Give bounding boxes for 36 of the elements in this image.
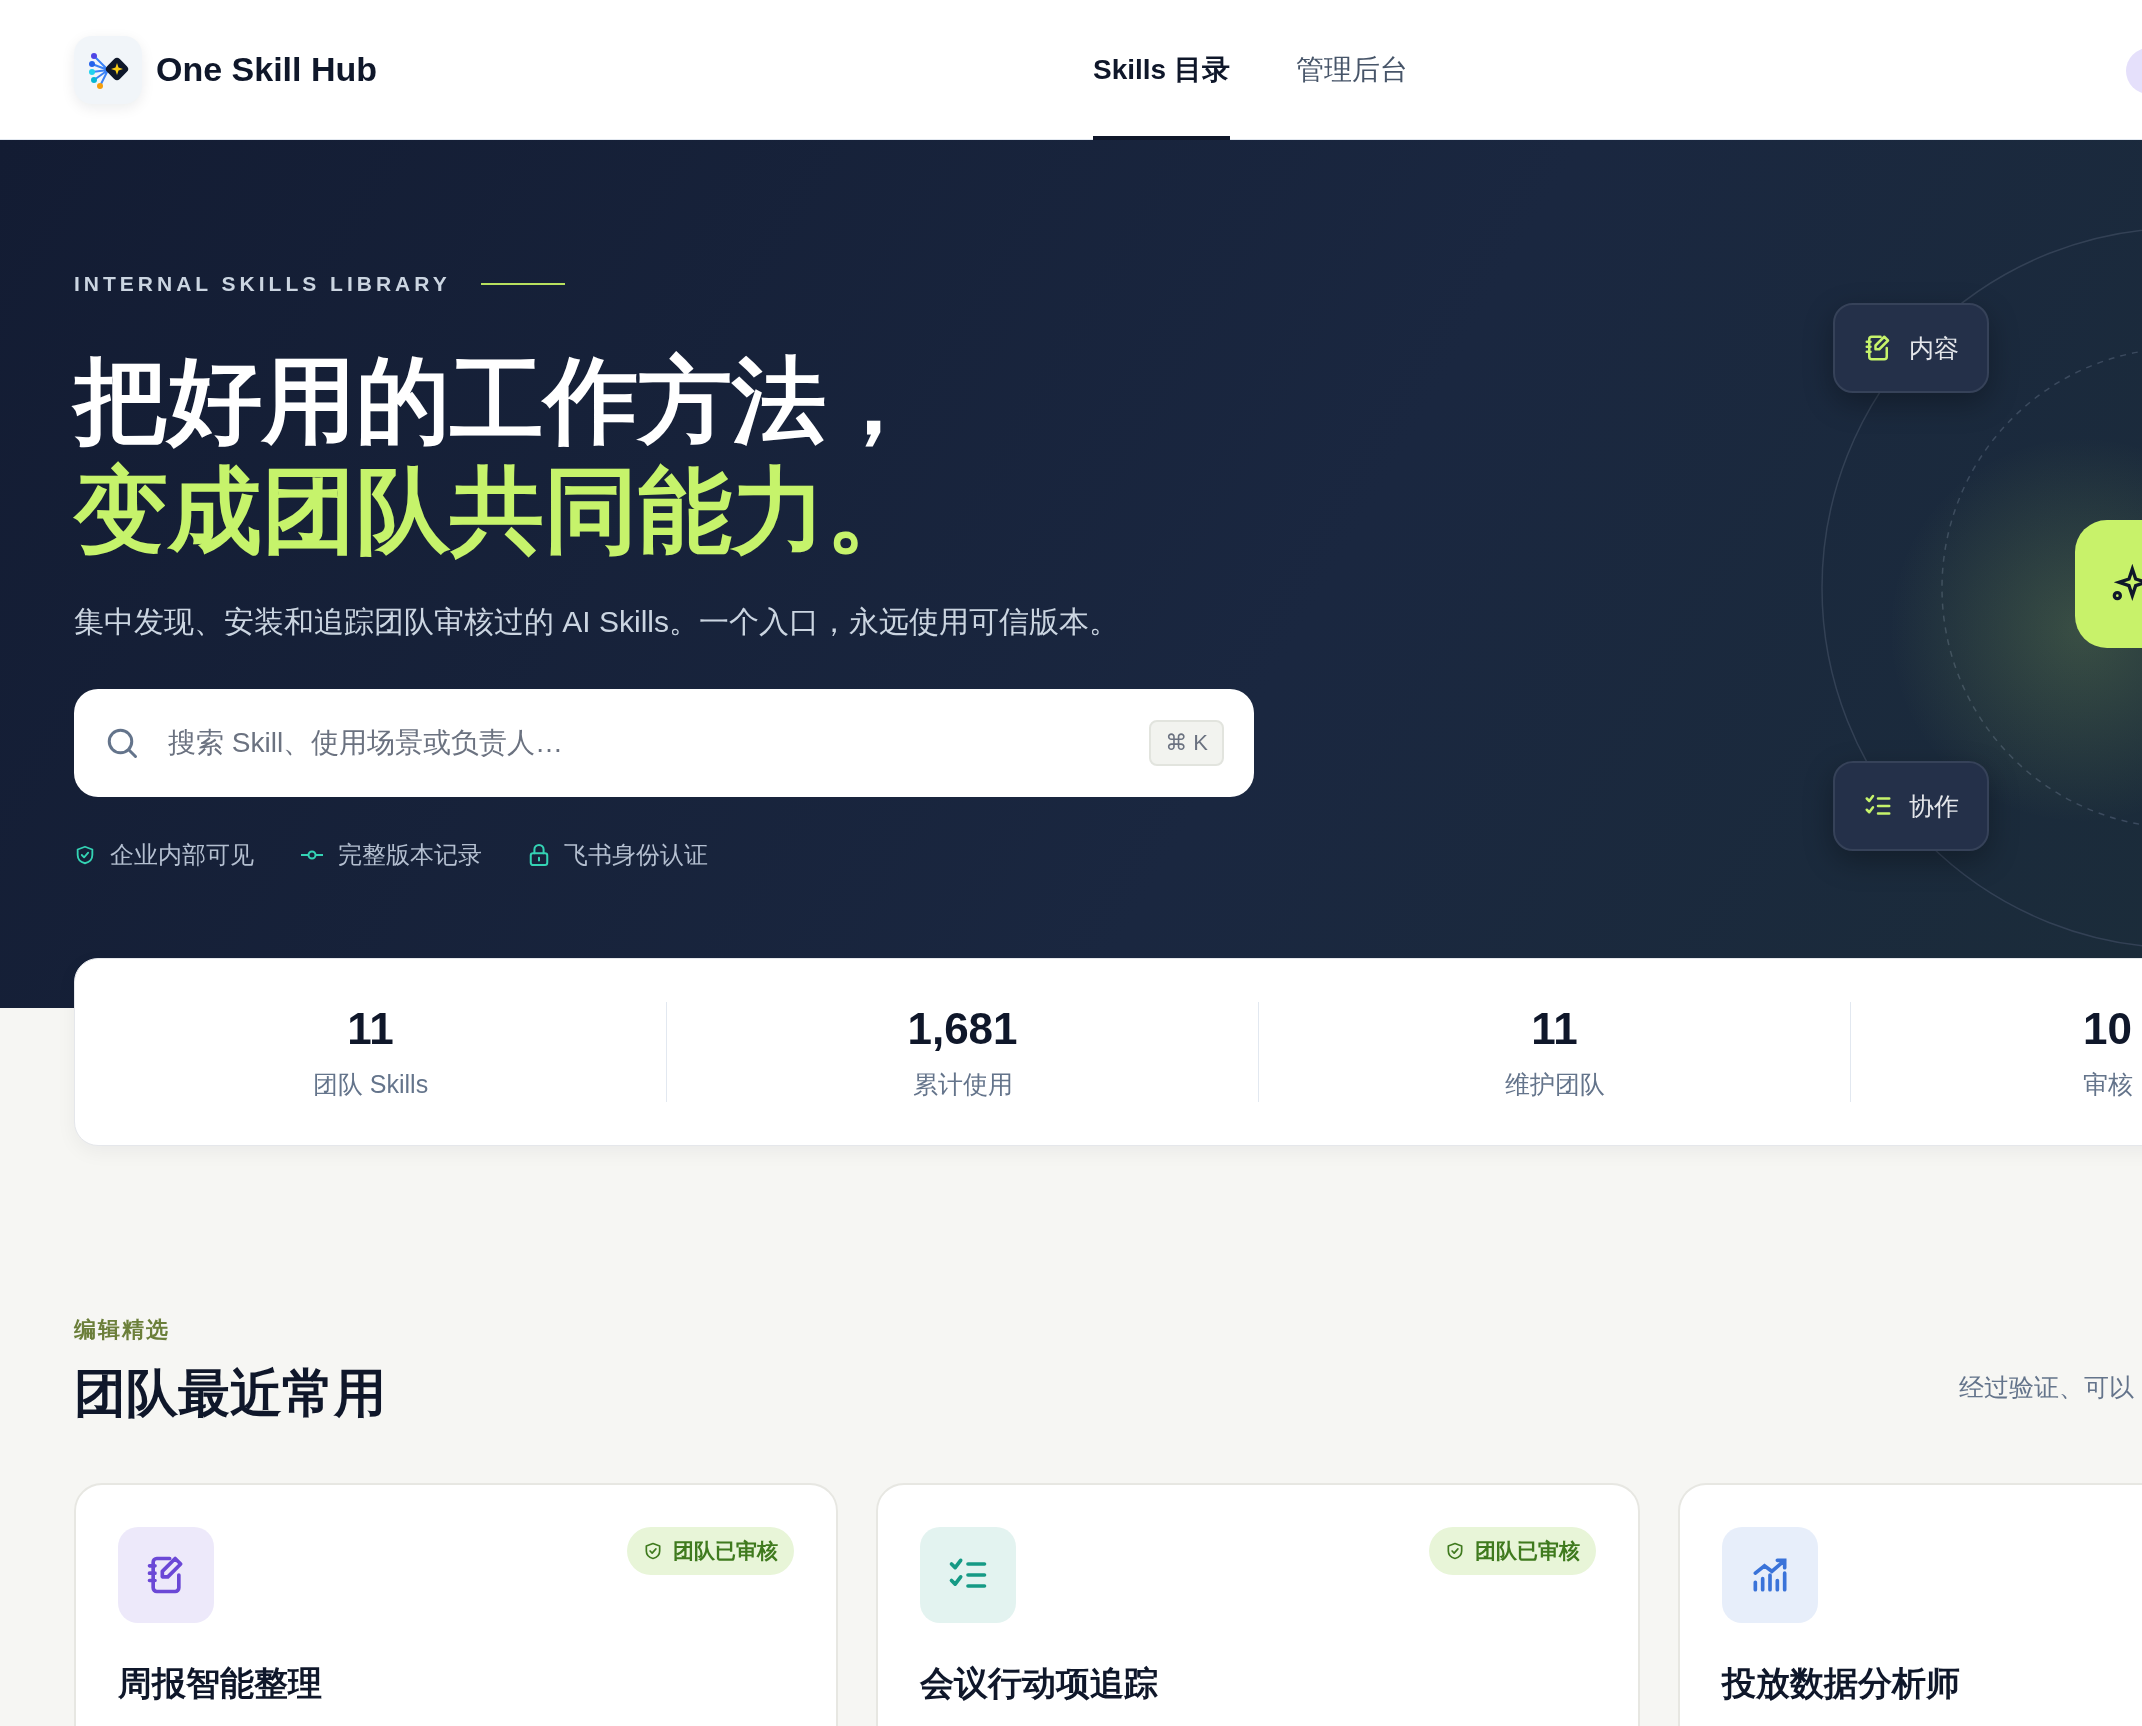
nav-tab[interactable]: 管理后台: [1295, 0, 1408, 140]
section-subtitle: 经过验证、可以: [1959, 1371, 2134, 1403]
skill-card[interactable]: 团队已审核 会议行动项追踪: [876, 1483, 1640, 1726]
logo-icon: [74, 35, 142, 104]
lock-icon: [528, 843, 550, 867]
search-field[interactable]: 搜索 Skill、使用场景或负责人…: [166, 726, 1124, 760]
orbit-label: 内容: [1833, 303, 1989, 393]
brand-name: One Skill Hub: [156, 50, 378, 89]
card-title: 投放数据分析师: [1722, 1663, 1961, 1704]
stat-label: 审核: [2083, 1068, 2133, 1100]
eyebrow-text: INTERNAL SKILLS LIBRARY: [74, 272, 451, 296]
skill-card[interactable]: 投放数据分析师: [1678, 1483, 2142, 1726]
shield-check-icon: [74, 844, 96, 866]
section-title: 团队最近常用: [74, 1363, 386, 1424]
section-eyebrow: 编辑精选: [74, 1316, 171, 1344]
review-badge: 团队已审核: [1429, 1527, 1596, 1575]
feature-label: 企业内部可见: [110, 840, 254, 870]
card-title: 周报智能整理: [118, 1663, 323, 1704]
feature-label: 飞书身份认证: [564, 840, 708, 870]
card-title: 会议行动项追踪: [920, 1663, 1159, 1704]
stat-label: 累计使用: [912, 1068, 1013, 1100]
hero-subtitle: 集中发现、安装和追踪团队审核过的 AI Skills。一个入口，永远使用可信版本。: [74, 604, 1120, 640]
stat-value: 11: [1531, 1003, 1578, 1054]
shortcut-hint: ⌘ K: [1149, 720, 1224, 766]
stat-value: 11: [347, 1003, 394, 1054]
stat-value: 10: [2083, 1003, 2132, 1054]
commit-icon: [300, 848, 324, 862]
orbit-label: 协作: [1833, 761, 1989, 851]
feature-label: 完整版本记录: [338, 840, 482, 870]
headline-accent: 变成团队共同能力。: [74, 457, 920, 565]
stat-label: 团队 Skills: [312, 1068, 429, 1100]
search-bar[interactable]: 搜索 Skill、使用场景或负责人… ⌘ K: [74, 689, 1254, 797]
stat-label: 维护团队: [1504, 1068, 1605, 1100]
skill-card[interactable]: 团队已审核 周报智能整理: [74, 1483, 838, 1726]
stat-value: 1,681: [907, 1003, 1018, 1054]
review-badge: 团队已审核: [627, 1527, 794, 1575]
